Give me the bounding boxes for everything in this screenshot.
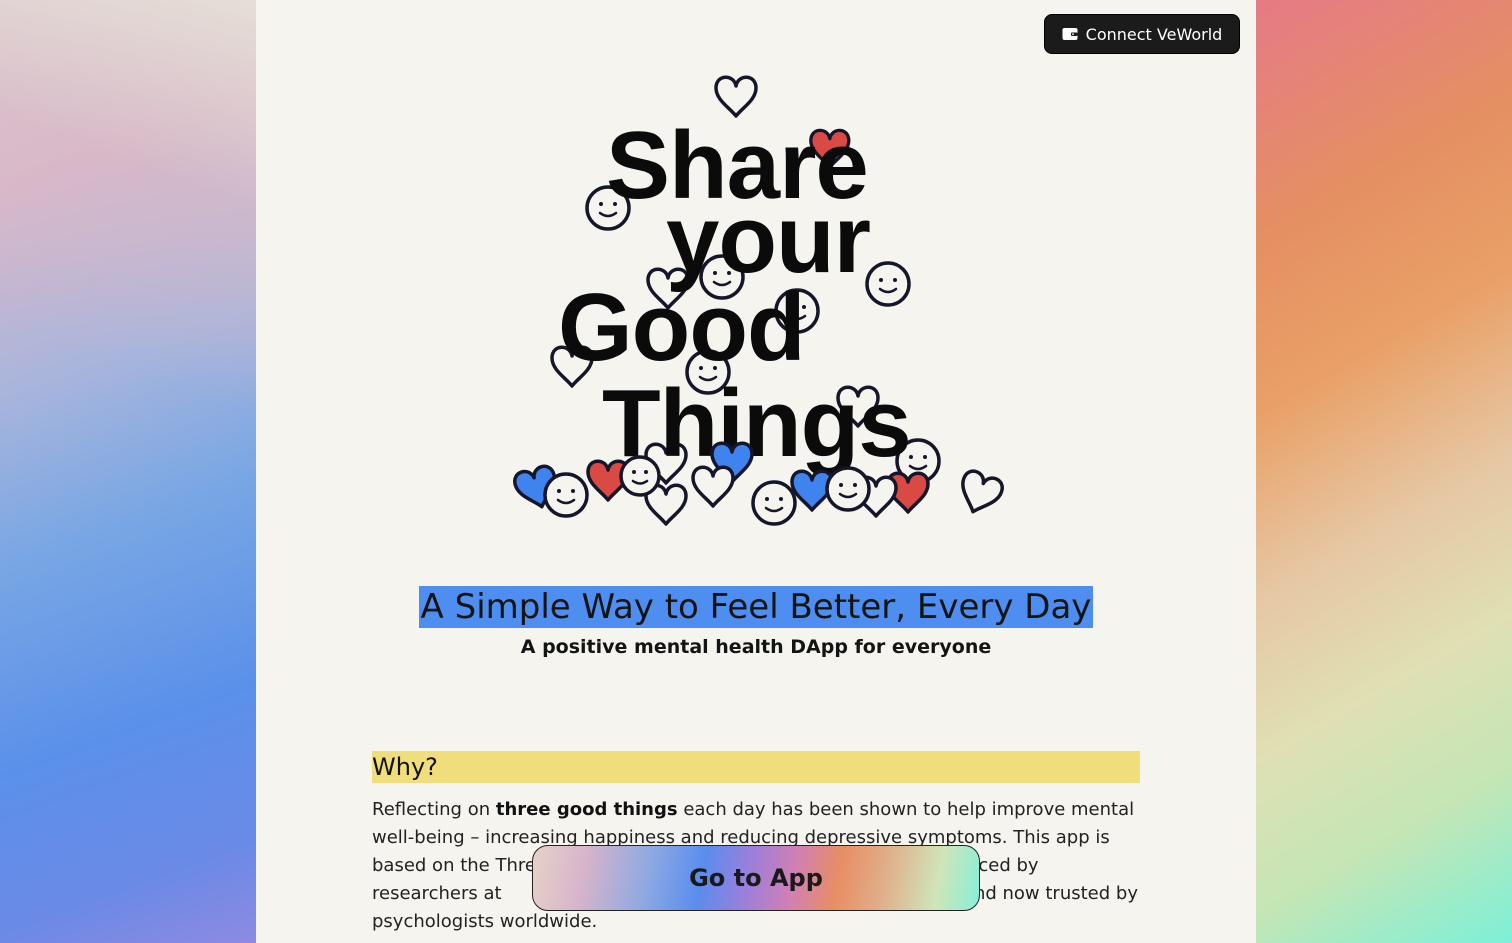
hero-doodles-front <box>510 441 1007 526</box>
smiley-face-icon <box>619 455 661 497</box>
go-to-app-button[interactable]: Go to App <box>532 845 980 911</box>
page-subtitle: A Simple Way to Feel Better, Every Day <box>418 586 1094 628</box>
go-to-app-label: Go to App <box>689 864 823 892</box>
heart-icon <box>691 465 735 508</box>
why-text-start: Reflecting on <box>372 799 496 820</box>
tagline: A positive mental health DApp for everyo… <box>520 636 992 658</box>
why-text-bold: three good things <box>495 799 678 820</box>
hero-illustration: Share your Good Things <box>256 0 1256 560</box>
smiley-face-icon <box>751 480 797 526</box>
right-gradient-panel <box>1256 0 1512 943</box>
left-gradient-panel <box>0 0 256 943</box>
smiley-face-icon <box>825 466 871 512</box>
why-heading: Why? <box>372 751 1140 783</box>
smiley-face-icon <box>543 472 589 518</box>
main-content: Connect VeWorld Share your Good Things A… <box>256 0 1256 943</box>
heart-icon <box>952 466 1007 521</box>
subtitle-wrapper: A Simple Way to Feel Better, Every Day <box>256 586 1256 628</box>
